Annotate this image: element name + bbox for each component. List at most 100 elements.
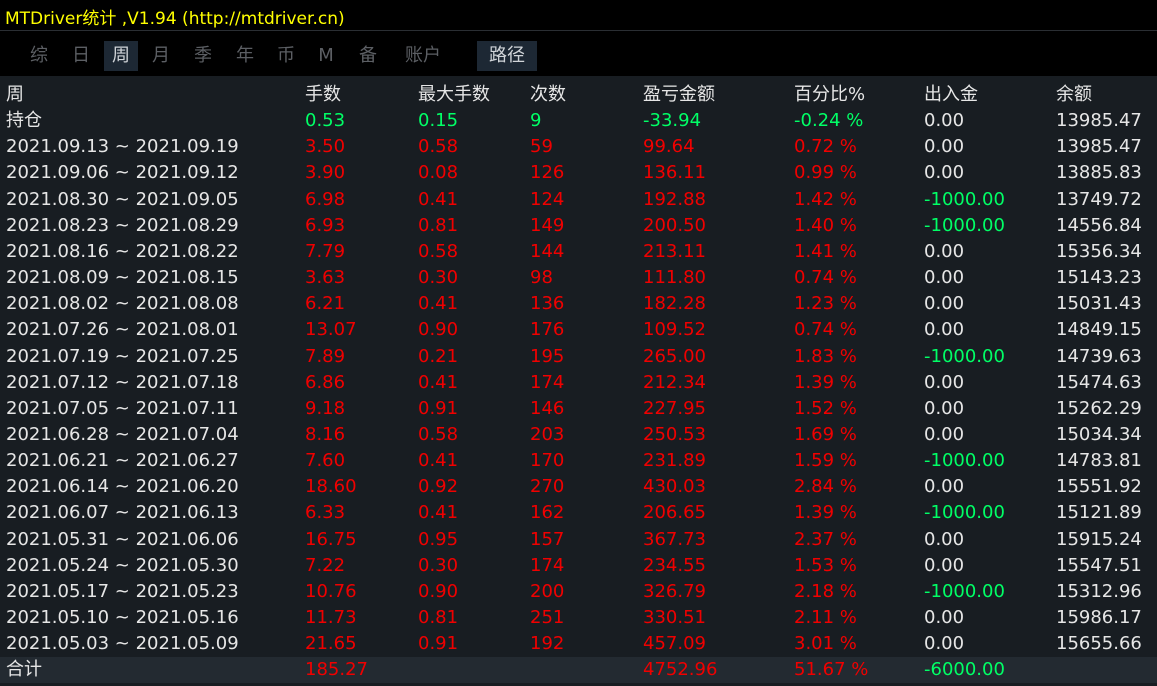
table-header: 周 手数 最大手数 次数 盈亏金额 百分比% 出入金 余额 bbox=[0, 82, 1157, 108]
tab-ri[interactable]: 日 bbox=[62, 41, 100, 71]
position-week: 持仓 bbox=[6, 110, 42, 132]
cell-lots: 21.65 bbox=[305, 633, 357, 655]
cell-count: 270 bbox=[530, 476, 565, 498]
table-row: 2021.05.17 ~ 2021.05.23 10.76 0.90 200 326.7… bbox=[0, 579, 1157, 605]
cell-count: 157 bbox=[530, 528, 565, 550]
tab-lujing[interactable]: 路径 bbox=[477, 41, 537, 71]
cell-lots: 6.21 bbox=[305, 293, 346, 315]
cell-balance: 15031.43 bbox=[1056, 293, 1142, 315]
cell-percent: 1.23 % bbox=[794, 293, 857, 315]
cell-percent: 0.74 % bbox=[794, 319, 857, 341]
tab-nian[interactable]: 年 bbox=[226, 41, 264, 71]
cell-week: 2021.07.19 ~ 2021.07.25 bbox=[6, 345, 239, 367]
cell-week: 2021.06.07 ~ 2021.06.13 bbox=[6, 502, 239, 524]
table-row: 2021.08.23 ~ 2021.08.29 6.93 0.81 149 200.50… bbox=[0, 213, 1157, 239]
cell-max-lots: 0.95 bbox=[418, 528, 459, 550]
table-row: 2021.08.16 ~ 2021.08.22 7.79 0.58 144 213.11… bbox=[0, 239, 1157, 265]
cell-week: 2021.05.31 ~ 2021.06.06 bbox=[6, 528, 239, 550]
table-row: 2021.06.14 ~ 2021.06.20 18.60 0.92 270 430.0… bbox=[0, 474, 1157, 500]
window-title: MTDriver统计 ,V1.94 (http://mtdriver.cn) bbox=[5, 9, 345, 29]
cell-balance: 15312.96 bbox=[1056, 580, 1142, 602]
cell-lots: 7.60 bbox=[305, 450, 346, 472]
cell-pnl: 136.11 bbox=[643, 162, 706, 184]
cell-percent: 1.53 % bbox=[794, 554, 857, 576]
cell-lots: 6.93 bbox=[305, 214, 346, 236]
tab-ji[interactable]: 季 bbox=[184, 41, 222, 71]
tab-zong[interactable]: 综 bbox=[20, 41, 58, 71]
cell-pnl: 250.53 bbox=[643, 423, 706, 445]
cell-lots: 3.63 bbox=[305, 267, 346, 289]
cell-cash-flow: 0.00 bbox=[924, 293, 965, 315]
cell-week: 2021.06.14 ~ 2021.06.20 bbox=[6, 476, 239, 498]
cell-max-lots: 0.58 bbox=[418, 240, 459, 262]
cell-pnl: 234.55 bbox=[643, 554, 706, 576]
cell-week: 2021.09.06 ~ 2021.09.12 bbox=[6, 162, 239, 184]
cell-pnl: 265.00 bbox=[643, 345, 706, 367]
cell-max-lots: 0.91 bbox=[418, 397, 459, 419]
cell-cash-flow: -1000.00 bbox=[924, 214, 1005, 236]
table-row: 2021.09.06 ~ 2021.09.12 3.90 0.08 126 136.11… bbox=[0, 160, 1157, 186]
cell-max-lots: 0.91 bbox=[418, 633, 459, 655]
cell-lots: 3.50 bbox=[305, 136, 346, 158]
position-lots: 0.53 bbox=[305, 110, 346, 132]
cell-balance: 15474.63 bbox=[1056, 371, 1142, 393]
tab-m[interactable]: M bbox=[306, 41, 346, 71]
column-header-week: 周 bbox=[6, 84, 24, 105]
cell-pnl: 326.79 bbox=[643, 580, 706, 602]
mtdriver-stats-window: MTDriver统计 ,V1.94 (http://mtdriver.cn) 综… bbox=[0, 0, 1157, 686]
cell-max-lots: 0.30 bbox=[418, 267, 459, 289]
cell-lots: 9.18 bbox=[305, 397, 346, 419]
table-row: 2021.07.05 ~ 2021.07.11 9.18 0.91 146 227.95… bbox=[0, 396, 1157, 422]
cell-cash-flow: 0.00 bbox=[924, 397, 965, 419]
total-label: 合计 bbox=[6, 659, 42, 681]
cell-max-lots: 0.08 bbox=[418, 162, 459, 184]
cell-percent: 1.42 % bbox=[794, 188, 857, 210]
cell-balance: 15356.34 bbox=[1056, 240, 1142, 262]
tab-zhou[interactable]: 周 bbox=[104, 41, 138, 71]
cell-week: 2021.05.24 ~ 2021.05.30 bbox=[6, 554, 239, 576]
cell-week: 2021.07.12 ~ 2021.07.18 bbox=[6, 371, 239, 393]
cell-percent: 1.41 % bbox=[794, 240, 857, 262]
cell-week: 2021.05.03 ~ 2021.05.09 bbox=[6, 633, 239, 655]
cell-balance: 14739.63 bbox=[1056, 345, 1142, 367]
cell-cash-flow: 0.00 bbox=[924, 319, 965, 341]
cell-lots: 10.76 bbox=[305, 580, 357, 602]
tab-zhanghu[interactable]: 账户 bbox=[392, 41, 454, 71]
cell-balance: 15551.92 bbox=[1056, 476, 1142, 498]
weekly-stats-table: 周 手数 最大手数 次数 盈亏金额 百分比% 出入金 余额 持仓 0.53 0.15 9 -33.94 -… bbox=[0, 76, 1157, 686]
table-row: 2021.06.21 ~ 2021.06.27 7.60 0.41 170 231.89… bbox=[0, 448, 1157, 474]
cell-cash-flow: -1000.00 bbox=[924, 450, 1005, 472]
cell-max-lots: 0.90 bbox=[418, 580, 459, 602]
cell-percent: 1.40 % bbox=[794, 214, 857, 236]
title-bar: MTDriver统计 ,V1.94 (http://mtdriver.cn) bbox=[0, 0, 1157, 31]
cell-max-lots: 0.21 bbox=[418, 345, 459, 367]
table-row: 2021.05.31 ~ 2021.06.06 16.75 0.95 157 367.7… bbox=[0, 527, 1157, 553]
total-percent: 51.67 % bbox=[794, 659, 869, 681]
cell-count: 195 bbox=[530, 345, 565, 367]
table-row: 2021.05.10 ~ 2021.05.16 11.73 0.81 251 330.5… bbox=[0, 605, 1157, 631]
cell-week: 2021.08.02 ~ 2021.08.08 bbox=[6, 293, 239, 315]
cell-lots: 13.07 bbox=[305, 319, 357, 341]
column-header-balance: 余额 bbox=[1056, 84, 1092, 105]
cell-balance: 13885.83 bbox=[1056, 162, 1142, 184]
tab-bei[interactable]: 备 bbox=[348, 41, 388, 71]
cell-balance: 15034.34 bbox=[1056, 423, 1142, 445]
column-header-count: 次数 bbox=[530, 84, 566, 105]
cell-lots: 7.22 bbox=[305, 554, 346, 576]
cell-week: 2021.08.30 ~ 2021.09.05 bbox=[6, 188, 239, 210]
period-tab-bar: 综日周月季年币 M 备账户 路径 bbox=[0, 31, 1157, 75]
cell-cash-flow: -1000.00 bbox=[924, 188, 1005, 210]
position-row: 持仓 0.53 0.15 9 -33.94 -0.24 % 0.00 13985.47 bbox=[0, 108, 1157, 134]
total-pnl: 4752.96 bbox=[643, 659, 718, 681]
cell-percent: 1.59 % bbox=[794, 450, 857, 472]
cell-cash-flow: 0.00 bbox=[924, 633, 965, 655]
position-percent: -0.24 % bbox=[794, 110, 864, 132]
cell-pnl: 200.50 bbox=[643, 214, 706, 236]
cell-percent: 2.84 % bbox=[794, 476, 857, 498]
cell-count: 192 bbox=[530, 633, 565, 655]
cell-percent: 3.01 % bbox=[794, 633, 857, 655]
tab-bi[interactable]: 币 bbox=[266, 41, 306, 71]
cell-max-lots: 0.58 bbox=[418, 136, 459, 158]
cell-count: 200 bbox=[530, 580, 565, 602]
tab-yue[interactable]: 月 bbox=[142, 41, 180, 71]
